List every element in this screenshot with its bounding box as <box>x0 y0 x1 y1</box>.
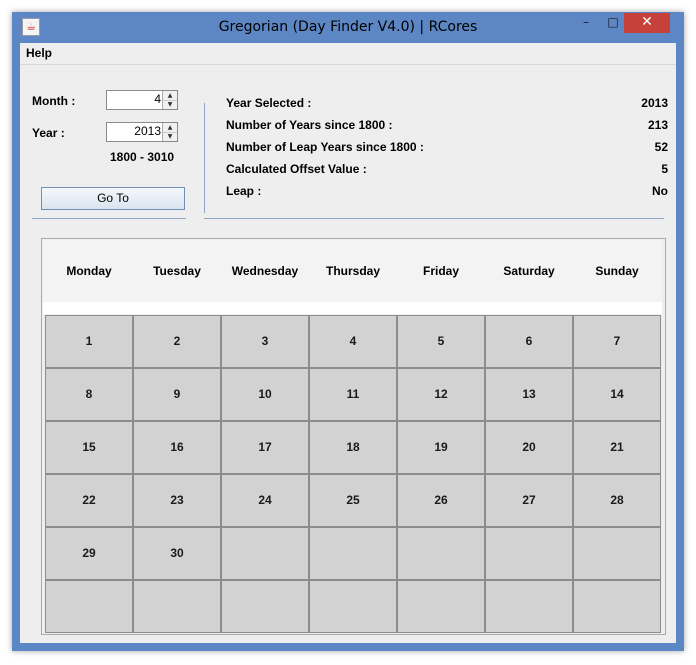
day-header-wednesday: Wednesday <box>231 264 299 278</box>
day-cell[interactable] <box>309 527 397 580</box>
minimize-button[interactable]: – <box>572 13 600 33</box>
day-cell[interactable] <box>221 527 309 580</box>
day-cell[interactable]: 20 <box>485 421 573 474</box>
maximize-button[interactable]: □ <box>600 13 626 33</box>
day-header-saturday: Saturday <box>503 264 555 278</box>
vertical-divider <box>204 103 205 213</box>
info-label: Number of Years since 1800 : <box>226 118 393 132</box>
year-value[interactable]: 2013 <box>134 124 161 138</box>
calendar-gap <box>43 302 662 314</box>
info-label: Calculated Offset Value : <box>226 162 367 176</box>
day-cell[interactable]: 3 <box>221 315 309 368</box>
day-cell[interactable]: 27 <box>485 474 573 527</box>
day-header-tuesday: Tuesday <box>153 264 201 278</box>
day-cell[interactable] <box>485 580 573 633</box>
day-cell[interactable]: 5 <box>397 315 485 368</box>
day-cell[interactable]: 16 <box>133 421 221 474</box>
month-value[interactable]: 4 <box>154 92 161 106</box>
info-value: 213 <box>647 118 668 132</box>
day-cell[interactable]: 26 <box>397 474 485 527</box>
day-cell[interactable]: 25 <box>309 474 397 527</box>
day-cell[interactable]: 19 <box>397 421 485 474</box>
left-divider <box>32 218 186 219</box>
day-cell[interactable]: 13 <box>485 368 573 421</box>
day-cell[interactable] <box>397 527 485 580</box>
info-label: Year Selected : <box>226 96 312 110</box>
calendar: Monday Tuesday Wednesday Thursday Friday… <box>41 238 666 635</box>
day-cell[interactable]: 22 <box>45 474 133 527</box>
day-cell[interactable] <box>133 580 221 633</box>
info-value: 52 <box>654 140 668 154</box>
day-cell[interactable]: 2 <box>133 315 221 368</box>
day-cell[interactable]: 18 <box>309 421 397 474</box>
app-window: ☕ Gregorian (Day Finder V4.0) | RCores –… <box>12 12 684 651</box>
day-cell[interactable] <box>45 580 133 633</box>
go-to-button[interactable]: Go To <box>41 187 185 210</box>
day-cell[interactable]: 9 <box>133 368 221 421</box>
close-button[interactable]: ✕ <box>624 13 670 33</box>
title-bar[interactable]: ☕ Gregorian (Day Finder V4.0) | RCores –… <box>12 12 684 43</box>
info-label: Number of Leap Years since 1800 : <box>226 140 424 154</box>
right-divider <box>204 218 664 219</box>
day-cell[interactable]: 23 <box>133 474 221 527</box>
month-spinner[interactable]: 4 ▲ ▼ <box>106 90 178 110</box>
day-header-friday: Friday <box>422 264 459 278</box>
info-value: 5 <box>661 162 668 176</box>
info-label: Leap : <box>226 184 262 198</box>
day-cell[interactable]: 12 <box>397 368 485 421</box>
day-cell[interactable] <box>397 580 485 633</box>
day-cell[interactable] <box>485 527 573 580</box>
year-spinner[interactable]: 2013 ▲ ▼ <box>106 122 178 142</box>
month-label: Month : <box>32 94 76 108</box>
day-cell[interactable]: 30 <box>133 527 221 580</box>
day-header-sunday: Sunday <box>595 264 639 278</box>
day-cell[interactable]: 4 <box>309 315 397 368</box>
client-area: Help Month : 4 ▲ ▼ Year : 2013 ▲ ▼ 1800 … <box>20 43 676 643</box>
day-cell[interactable]: 10 <box>221 368 309 421</box>
info-value: No <box>652 184 668 198</box>
day-cell[interactable] <box>221 580 309 633</box>
month-spinner-arrows[interactable]: ▲ ▼ <box>162 91 177 109</box>
day-cell[interactable]: 17 <box>221 421 309 474</box>
day-cell[interactable]: 7 <box>573 315 661 368</box>
day-cell[interactable]: 6 <box>485 315 573 368</box>
day-cell[interactable]: 11 <box>309 368 397 421</box>
spinner-down-icon[interactable]: ▼ <box>163 100 177 109</box>
day-cell[interactable]: 29 <box>45 527 133 580</box>
day-cell[interactable]: 1 <box>45 315 133 368</box>
spinner-down-icon[interactable]: ▼ <box>163 132 177 141</box>
day-cell[interactable] <box>573 527 661 580</box>
day-cell[interactable] <box>573 580 661 633</box>
day-cell[interactable] <box>309 580 397 633</box>
day-cell[interactable]: 8 <box>45 368 133 421</box>
day-cell[interactable]: 28 <box>573 474 661 527</box>
day-header-monday: Monday <box>66 264 112 278</box>
year-spinner-arrows[interactable]: ▲ ▼ <box>162 123 177 141</box>
day-cell[interactable]: 21 <box>573 421 661 474</box>
info-value: 2013 <box>641 96 668 110</box>
day-cell[interactable]: 15 <box>45 421 133 474</box>
year-range: 1800 - 3010 <box>110 150 175 164</box>
year-label: Year : <box>32 126 65 140</box>
day-header-thursday: Thursday <box>325 264 380 278</box>
day-cell[interactable]: 14 <box>573 368 661 421</box>
menu-help[interactable]: Help <box>26 46 52 60</box>
menu-bar: Help <box>20 43 676 65</box>
calendar-header: Monday Tuesday Wednesday Thursday Friday… <box>43 240 662 302</box>
day-cell[interactable]: 24 <box>221 474 309 527</box>
